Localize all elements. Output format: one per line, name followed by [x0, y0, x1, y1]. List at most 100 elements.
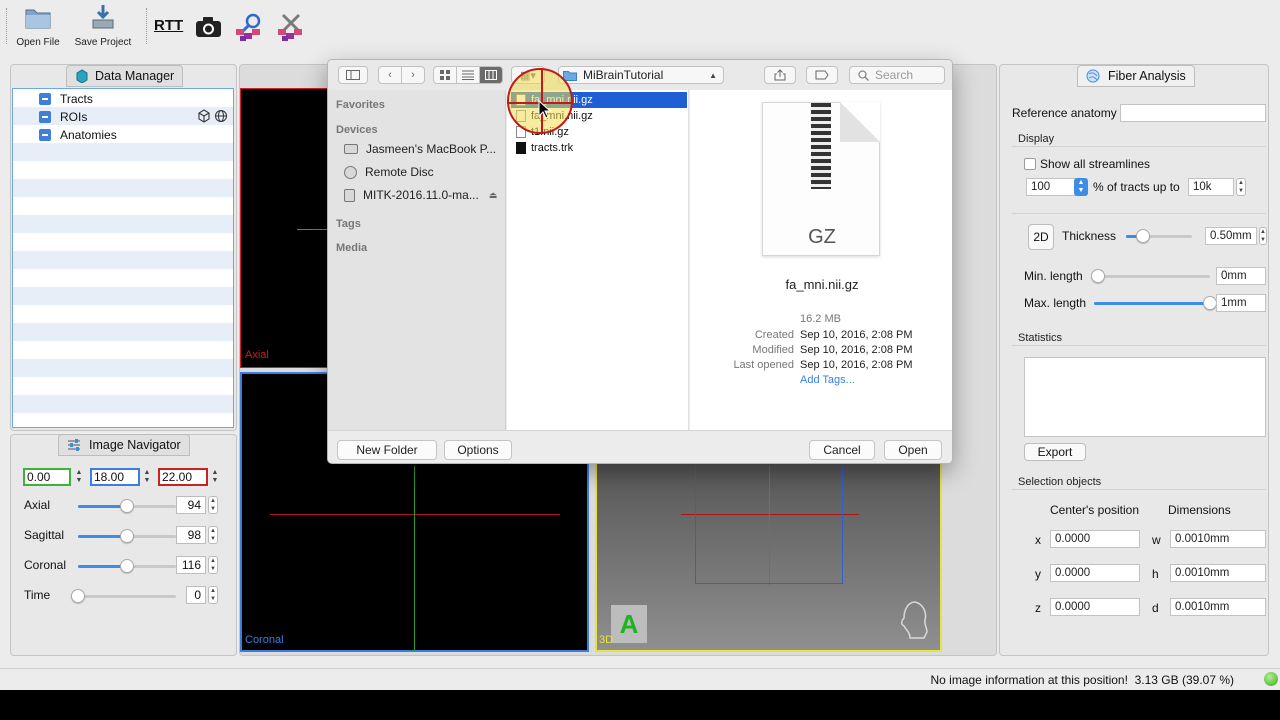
search-field[interactable]: Search: [849, 66, 945, 84]
tree-item-rois[interactable]: ROIs: [39, 108, 87, 126]
file-name: tracts.trk: [531, 142, 574, 154]
column-view-button[interactable]: [479, 66, 503, 84]
globe-icon[interactable]: [214, 109, 228, 123]
share-icon: [774, 69, 786, 81]
navigator-sagittal-value[interactable]: 98: [176, 526, 206, 544]
icon-view-button[interactable]: [433, 66, 457, 84]
max-length-slider-knob[interactable]: [1203, 296, 1217, 310]
file-item-tracts[interactable]: tracts.trk: [511, 140, 687, 156]
show-all-checkbox[interactable]: [1024, 158, 1036, 170]
tag-button[interactable]: [806, 66, 838, 84]
brain-search-icon[interactable]: [234, 11, 264, 43]
x-coordinate-input[interactable]: 0.00: [23, 468, 71, 486]
slider-knob[interactable]: [120, 499, 134, 513]
devices-heading: Devices: [336, 124, 378, 136]
brain-tools-icon[interactable]: [275, 11, 307, 43]
max-length-input[interactable]: 1mm: [1216, 294, 1266, 312]
tag-icon: [815, 70, 829, 80]
reference-anatomy-select[interactable]: [1120, 104, 1266, 122]
navigator-coronal-stepper[interactable]: ▲ ▼: [208, 556, 218, 574]
tracts-up-to-input[interactable]: 10k: [1188, 178, 1234, 196]
navigator-coronal-value[interactable]: 116: [176, 556, 206, 574]
navigator-axial-label: Axial: [24, 498, 51, 512]
navigator-sagittal-stepper[interactable]: ▲ ▼: [208, 526, 218, 544]
fiber-analysis-tab[interactable]: Fiber Analysis: [1077, 65, 1195, 87]
image-navigator-title: Image Navigator: [89, 438, 181, 452]
export-button[interactable]: Export: [1024, 443, 1086, 461]
thickness-input[interactable]: 0.50mm: [1205, 227, 1257, 245]
image-navigator-tab[interactable]: Image Navigator: [58, 434, 190, 456]
open-file-button[interactable]: Open File: [14, 2, 62, 48]
tracts-up-to-stepper[interactable]: ▲ ▼: [1236, 178, 1246, 196]
new-folder-button[interactable]: New Folder: [337, 440, 437, 460]
camera-icon[interactable]: [195, 16, 222, 38]
sidebar-item-label: Jasmeen's MacBook P...: [366, 142, 497, 156]
min-length-slider-knob[interactable]: [1091, 269, 1105, 283]
sidebar-item-remote-disc[interactable]: Remote Disc: [344, 165, 434, 179]
eject-icon[interactable]: ⏏: [489, 190, 498, 201]
navigator-time-slider[interactable]: [78, 595, 176, 598]
navigator-time-value[interactable]: 0: [186, 586, 206, 604]
z-coordinate-spinner[interactable]: ▲ ▼: [209, 469, 221, 487]
laptop-icon: [344, 144, 358, 154]
list-icon: [462, 70, 474, 80]
add-tags-link[interactable]: Add Tags...: [800, 374, 855, 386]
data-manager-tree[interactable]: Tracts ROIs Anatomies: [12, 88, 234, 428]
rtt-button[interactable]: RTT: [154, 17, 183, 34]
x-label: x: [1035, 533, 1041, 547]
dimension-h-input[interactable]: 0.0010mm: [1170, 564, 1266, 582]
statistics-textarea[interactable]: [1024, 357, 1266, 437]
percent-stepper[interactable]: ▲ ▼: [1074, 178, 1088, 196]
sidebar-item-macbook[interactable]: Jasmeen's MacBook P...: [344, 142, 496, 156]
sidebar-toggle-button[interactable]: [338, 66, 368, 84]
save-project-button[interactable]: Save Project: [74, 2, 132, 48]
center-y-input[interactable]: 0.0000: [1050, 564, 1140, 582]
thickness-stepper[interactable]: ▲ ▼: [1259, 227, 1267, 245]
min-length-slider[interactable]: [1098, 275, 1210, 278]
navigator-axial-stepper[interactable]: ▲ ▼: [208, 496, 218, 514]
sliders-icon: [68, 439, 80, 451]
collapse-icon[interactable]: [39, 93, 51, 105]
2d-toggle-button[interactable]: 2D: [1028, 224, 1054, 250]
x-coordinate-spinner[interactable]: ▲ ▼: [73, 469, 85, 487]
percent-input[interactable]: 100: [1026, 178, 1076, 196]
selection-objects-title: Selection objects: [1018, 476, 1102, 488]
sidebar-icon: [346, 70, 360, 80]
z-coordinate-input[interactable]: 22.00: [158, 468, 208, 486]
forward-button[interactable]: ›: [401, 66, 425, 84]
min-length-input[interactable]: 0mm: [1216, 267, 1266, 285]
slider-knob[interactable]: [120, 559, 134, 573]
cancel-button[interactable]: Cancel: [809, 440, 875, 460]
toolbar-separator: [6, 8, 7, 44]
center-z-input[interactable]: 0.0000: [1050, 598, 1140, 616]
y-coordinate-spinner[interactable]: ▲ ▼: [141, 469, 153, 487]
center-x-input[interactable]: 0.0000: [1050, 530, 1140, 548]
dialog-button-bar: New Folder Options Cancel Open: [328, 430, 952, 463]
location-dropdown[interactable]: MiBrainTutorial ▲: [558, 66, 724, 84]
list-view-button[interactable]: [456, 66, 480, 84]
navigator-time-stepper[interactable]: ▲ ▼: [208, 586, 218, 604]
dimension-w-input[interactable]: 0.0010mm: [1170, 530, 1266, 548]
slider-knob[interactable]: [71, 589, 85, 603]
y-coordinate-input[interactable]: 18.00: [90, 468, 140, 486]
percent-label: % of tracts up to: [1093, 180, 1180, 194]
dimension-d-input[interactable]: 0.0010mm: [1170, 598, 1266, 616]
cube-icon[interactable]: [197, 109, 211, 123]
navigator-axial-value[interactable]: 94: [176, 496, 206, 514]
data-manager-tab[interactable]: Data Manager: [66, 65, 184, 87]
collapse-icon[interactable]: [39, 129, 51, 141]
open-button[interactable]: Open: [884, 440, 942, 460]
collapse-icon[interactable]: [39, 111, 51, 123]
navigator-time-label: Time: [24, 588, 51, 602]
options-button[interactable]: Options: [444, 440, 512, 460]
thickness-slider-knob[interactable]: [1135, 229, 1150, 243]
back-button[interactable]: ‹: [378, 66, 402, 84]
share-button[interactable]: [764, 66, 796, 84]
memory-status-indicator: [1264, 672, 1278, 686]
preview-size: 16.2 MB: [800, 313, 841, 325]
sidebar-item-mitk[interactable]: MITK-2016.11.0-ma... ⏏: [344, 188, 497, 202]
preview-filename: fa_mni.nii.gz: [785, 277, 859, 292]
tree-item-tracts[interactable]: Tracts: [39, 90, 93, 108]
slider-knob[interactable]: [120, 529, 134, 543]
tree-item-anatomies[interactable]: Anatomies: [39, 126, 117, 144]
